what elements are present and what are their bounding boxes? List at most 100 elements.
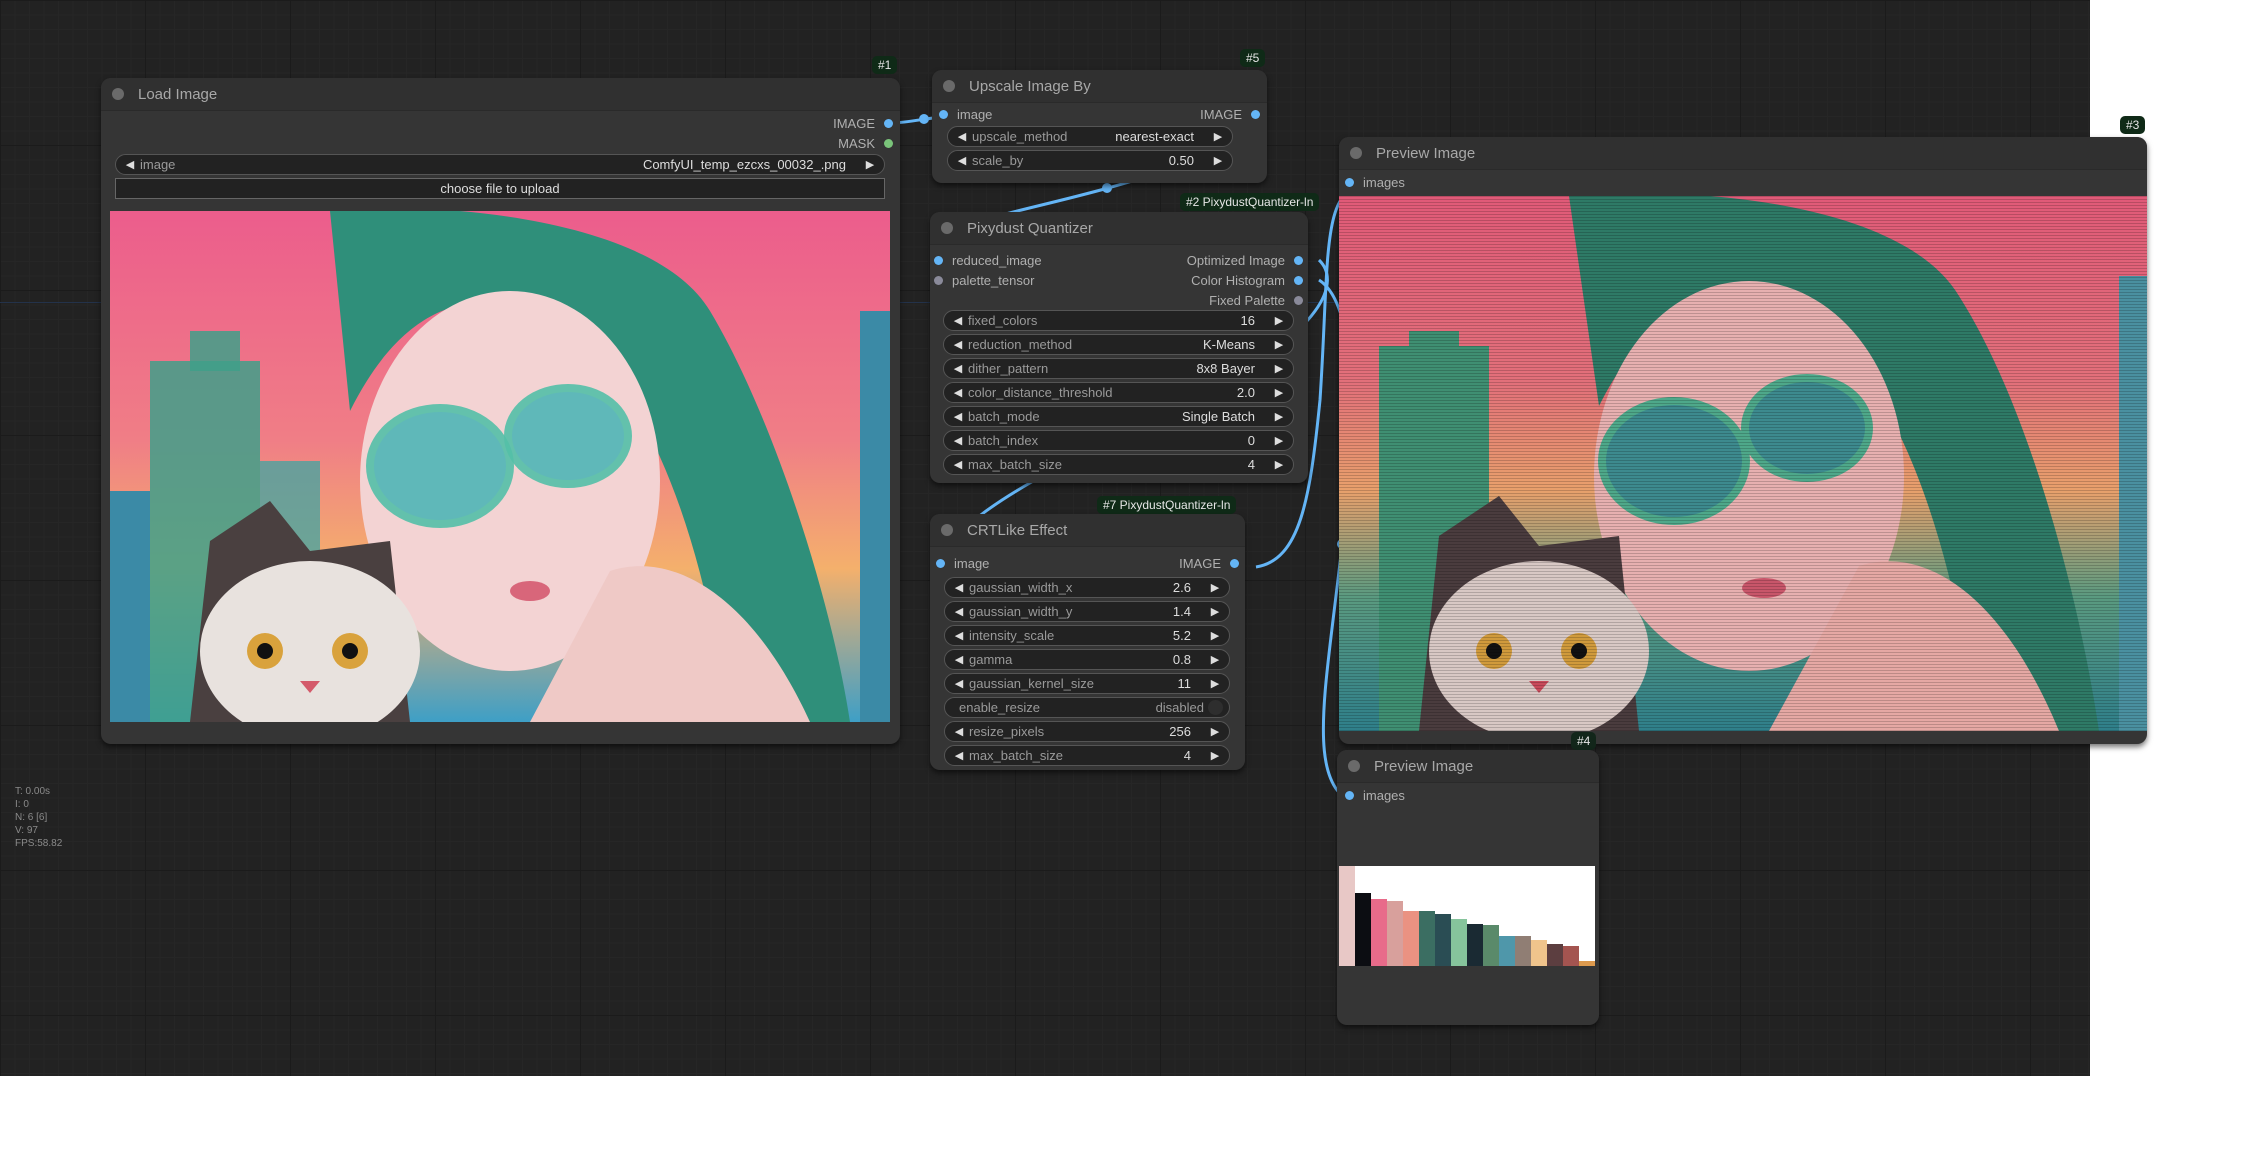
decrement-arrow-icon[interactable]: ◀ <box>951 605 967 618</box>
widget-batch-index[interactable]: ◀ batch_index 0 ▶ <box>943 430 1294 451</box>
decrement-arrow-icon[interactable]: ◀ <box>951 725 967 738</box>
node-title-bar[interactable]: Load Image <box>101 78 900 111</box>
increment-arrow-icon[interactable]: ▶ <box>1271 434 1287 447</box>
increment-arrow-icon[interactable]: ▶ <box>1207 653 1223 666</box>
increment-arrow-icon[interactable]: ▶ <box>1271 314 1287 327</box>
decrement-arrow-icon[interactable]: ◀ <box>951 653 967 666</box>
widget-gamma[interactable]: ◀ gamma 0.8 ▶ <box>944 649 1230 670</box>
slot-pin-icon[interactable] <box>1345 791 1354 800</box>
output-slot-color-histogram[interactable]: Color Histogram <box>1191 273 1303 288</box>
widget-resize-pixels[interactable]: ◀ resize_pixels 256 ▶ <box>944 721 1230 742</box>
node-title-bar[interactable]: Preview Image <box>1339 137 2147 170</box>
increment-arrow-icon[interactable]: ▶ <box>1271 362 1287 375</box>
decrement-arrow-icon[interactable]: ◀ <box>951 581 967 594</box>
decrement-arrow-icon[interactable]: ◀ <box>951 629 967 642</box>
crt-like-effect-node[interactable]: CRTLike Effect image IMAGE ◀ gaussian_wid… <box>930 514 1245 770</box>
widget-value: Single Batch <box>1182 409 1255 424</box>
output-slot-mask[interactable]: MASK <box>838 136 893 151</box>
slot-pin-icon[interactable] <box>936 559 945 568</box>
increment-arrow-icon[interactable]: ▶ <box>1207 677 1223 690</box>
widget-scale-by[interactable]: ◀ scale_by 0.50 ▶ <box>947 150 1233 171</box>
decrement-arrow-icon[interactable]: ◀ <box>122 158 138 171</box>
collapse-dot-icon[interactable] <box>943 80 955 92</box>
output-slot-image[interactable]: IMAGE <box>833 116 893 131</box>
increment-arrow-icon[interactable]: ▶ <box>1271 410 1287 423</box>
increment-arrow-icon[interactable]: ▶ <box>1210 130 1226 143</box>
input-slot-reduced-image[interactable]: reduced_image <box>934 253 1042 268</box>
widget-reduction-method[interactable]: ◀ reduction_method K-Means ▶ <box>943 334 1294 355</box>
slot-pin-icon[interactable] <box>934 256 943 265</box>
input-slot-image[interactable]: image <box>939 107 992 122</box>
slot-pin-icon[interactable] <box>1345 178 1354 187</box>
widget-gaussian-width-x[interactable]: ◀ gaussian_width_x 2.6 ▶ <box>944 577 1230 598</box>
widget-max-batch-size[interactable]: ◀ max_batch_size 4 ▶ <box>943 454 1294 475</box>
slot-pin-icon[interactable] <box>939 110 948 119</box>
widget-intensity-scale[interactable]: ◀ intensity_scale 5.2 ▶ <box>944 625 1230 646</box>
increment-arrow-icon[interactable]: ▶ <box>1271 458 1287 471</box>
decrement-arrow-icon[interactable]: ◀ <box>950 434 966 447</box>
image-file-combo[interactable]: ◀ image ComfyUI_temp_ezcxs_00032_.png ▶ <box>115 154 885 175</box>
output-slot-fixed-palette[interactable]: Fixed Palette <box>1209 293 1303 308</box>
slot-pin-icon[interactable] <box>884 119 893 128</box>
toggle-switch-icon[interactable] <box>1208 700 1223 715</box>
decrement-arrow-icon[interactable]: ◀ <box>954 154 970 167</box>
slot-pin-icon[interactable] <box>1294 276 1303 285</box>
decrement-arrow-icon[interactable]: ◀ <box>950 362 966 375</box>
slot-pin-icon[interactable] <box>1230 559 1239 568</box>
node-title-bar[interactable]: Pixydust Quantizer <box>930 212 1308 245</box>
decrement-arrow-icon[interactable]: ◀ <box>951 677 967 690</box>
increment-arrow-icon[interactable]: ▶ <box>1207 605 1223 618</box>
collapse-dot-icon[interactable] <box>1350 147 1362 159</box>
widget-label: image <box>140 157 176 172</box>
collapse-dot-icon[interactable] <box>941 524 953 536</box>
decrement-arrow-icon[interactable]: ◀ <box>950 314 966 327</box>
slot-pin-icon[interactable] <box>1294 256 1303 265</box>
increment-arrow-icon[interactable]: ▶ <box>1207 725 1223 738</box>
increment-arrow-icon[interactable]: ▶ <box>1271 338 1287 351</box>
preview-image-node-histogram[interactable]: Preview Image images <box>1337 750 1599 1025</box>
collapse-dot-icon[interactable] <box>941 222 953 234</box>
load-image-node[interactable]: Load Image IMAGE MASK ◀ image ComfyUI_te… <box>101 78 900 744</box>
widget-color-distance-threshold[interactable]: ◀ color_distance_threshold 2.0 ▶ <box>943 382 1294 403</box>
upload-button[interactable]: choose file to upload <box>115 178 885 199</box>
decrement-arrow-icon[interactable]: ◀ <box>951 749 967 762</box>
node-title-bar[interactable]: Preview Image <box>1337 750 1599 783</box>
input-slot-images[interactable]: images <box>1345 788 1405 803</box>
increment-arrow-icon[interactable]: ▶ <box>1207 749 1223 762</box>
upscale-image-node[interactable]: Upscale Image By image IMAGE ◀ upscale_m… <box>932 70 1267 183</box>
pixydust-quantizer-node[interactable]: Pixydust Quantizer reduced_image palette… <box>930 212 1308 483</box>
decrement-arrow-icon[interactable]: ◀ <box>950 410 966 423</box>
increment-arrow-icon[interactable]: ▶ <box>862 158 878 171</box>
widget-upscale-method[interactable]: ◀ upscale_method nearest-exact ▶ <box>947 126 1233 147</box>
increment-arrow-icon[interactable]: ▶ <box>1271 386 1287 399</box>
widget-gaussian-width-y[interactable]: ◀ gaussian_width_y 1.4 ▶ <box>944 601 1230 622</box>
decrement-arrow-icon[interactable]: ◀ <box>954 130 970 143</box>
widget-enable-resize[interactable]: enable_resize disabled <box>944 697 1230 718</box>
input-slot-images[interactable]: images <box>1345 175 1405 190</box>
increment-arrow-icon[interactable]: ▶ <box>1210 154 1226 167</box>
collapse-dot-icon[interactable] <box>112 88 124 100</box>
node-title-bar[interactable]: CRTLike Effect <box>930 514 1245 547</box>
widget-max-batch-size[interactable]: ◀ max_batch_size 4 ▶ <box>944 745 1230 766</box>
increment-arrow-icon[interactable]: ▶ <box>1207 581 1223 594</box>
slot-pin-icon[interactable] <box>1294 296 1303 305</box>
decrement-arrow-icon[interactable]: ◀ <box>950 338 966 351</box>
slot-pin-icon[interactable] <box>884 139 893 148</box>
preview-image-node-main[interactable]: Preview Image images <box>1339 137 2147 744</box>
widget-dither-pattern[interactable]: ◀ dither_pattern 8x8 Bayer ▶ <box>943 358 1294 379</box>
collapse-dot-icon[interactable] <box>1348 760 1360 772</box>
decrement-arrow-icon[interactable]: ◀ <box>950 458 966 471</box>
decrement-arrow-icon[interactable]: ◀ <box>950 386 966 399</box>
output-slot-image[interactable]: IMAGE <box>1200 107 1260 122</box>
slot-pin-icon[interactable] <box>1251 110 1260 119</box>
node-title-bar[interactable]: Upscale Image By <box>932 70 1267 103</box>
input-slot-image[interactable]: image <box>936 556 989 571</box>
widget-fixed-colors[interactable]: ◀ fixed_colors 16 ▶ <box>943 310 1294 331</box>
slot-pin-icon[interactable] <box>934 276 943 285</box>
output-slot-optimized-image[interactable]: Optimized Image <box>1187 253 1303 268</box>
input-slot-palette-tensor[interactable]: palette_tensor <box>934 273 1034 288</box>
widget-gaussian-kernel-size[interactable]: ◀ gaussian_kernel_size 11 ▶ <box>944 673 1230 694</box>
widget-batch-mode[interactable]: ◀ batch_mode Single Batch ▶ <box>943 406 1294 427</box>
increment-arrow-icon[interactable]: ▶ <box>1207 629 1223 642</box>
output-slot-image[interactable]: IMAGE <box>1179 556 1239 571</box>
